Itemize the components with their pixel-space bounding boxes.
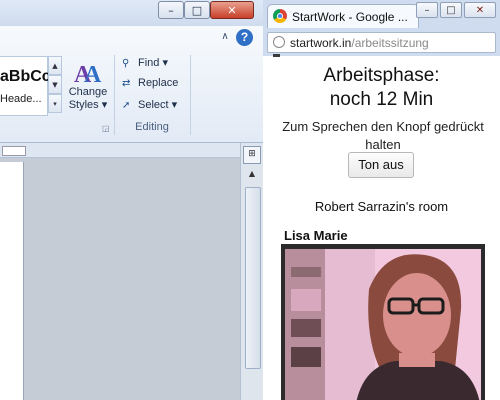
select-button[interactable]: ➚ Select ▾ xyxy=(122,98,177,116)
vertical-scrollbar[interactable]: ⊞ ▲ xyxy=(240,143,263,400)
chrome-logo-icon xyxy=(273,9,287,23)
word-minimize-button[interactable]: – xyxy=(158,1,184,19)
phase-remaining: noch 12 Min xyxy=(329,89,434,110)
document-page[interactable] xyxy=(0,162,24,400)
select-label: Select ▾ xyxy=(138,99,178,111)
horizontal-ruler xyxy=(0,143,263,158)
chrome-frame: StartWork - Google ... – □ ✕ startwork.i… xyxy=(263,0,500,56)
scroll-thumb[interactable] xyxy=(245,187,261,369)
find-button[interactable]: ⚲ Find ▾ xyxy=(122,56,168,74)
replace-button[interactable]: ⇄ Replace xyxy=(122,77,178,95)
chrome-maximize-button[interactable]: □ xyxy=(440,2,462,18)
change-styles-button[interactable]: A A Change Styles ▾ xyxy=(64,56,112,120)
browser-tab[interactable]: StartWork - Google ... xyxy=(267,4,419,28)
style-gallery-scroll: ▲ ▼ ▾ xyxy=(48,56,62,116)
tab-title: StartWork - Google ... xyxy=(292,10,408,24)
style-gallery-item[interactable]: aBbCc Heade... xyxy=(0,56,51,116)
view-ruler-icon[interactable]: ⊞ xyxy=(243,146,261,164)
group-divider xyxy=(190,55,191,135)
style-sample-text: aBbCc xyxy=(0,68,51,85)
video-frame xyxy=(285,249,481,400)
find-label: Find ▾ xyxy=(138,57,168,69)
address-bar[interactable]: startwork.in/arbeitssitzung xyxy=(267,32,496,53)
room-name: Robert Sarrazin's room xyxy=(314,199,449,214)
webcam-image xyxy=(285,249,481,400)
url-text: startwork.in/arbeitssitzung xyxy=(290,36,429,50)
gallery-up-icon[interactable]: ▲ xyxy=(48,56,62,75)
change-styles-icon: A A xyxy=(74,62,102,86)
styles-dialog-launcher-icon[interactable]: ◲ xyxy=(102,124,110,133)
style-name-label: Heade... xyxy=(0,93,42,105)
push-to-talk-hint: Zum Sprechen den Knopf gedrückt halten xyxy=(282,119,484,152)
binoculars-icon: ⚲ xyxy=(122,58,130,69)
page-info-icon[interactable] xyxy=(273,36,285,48)
change-styles-label-2: Styles ▾ xyxy=(68,99,108,111)
replace-icon: ⇄ xyxy=(122,78,131,89)
loading-indicator xyxy=(273,54,280,57)
word-titlebar: – □ ✕ xyxy=(0,0,263,26)
gallery-more-icon[interactable]: ▾ xyxy=(48,94,62,113)
phase-title: Arbeitsphase: xyxy=(323,65,440,86)
editing-group-label: Editing xyxy=(135,121,169,133)
chrome-window: StartWork - Google ... – □ ✕ startwork.i… xyxy=(263,0,500,400)
replace-label: Replace xyxy=(138,77,179,89)
scroll-up-icon[interactable]: ▲ xyxy=(244,169,260,183)
word-window: – □ ✕ ∧ ? aBbCc Heade... ▲ ▼ ▾ A A Chang… xyxy=(0,0,263,400)
participant-video[interactable] xyxy=(281,244,485,400)
change-styles-label-1: Change xyxy=(68,86,108,98)
svg-text:A: A xyxy=(84,62,102,86)
page-content: Arbeitsphase: noch 12 Min Zum Sprechen d… xyxy=(263,58,500,400)
chrome-close-button[interactable]: ✕ xyxy=(464,2,496,18)
word-maximize-button[interactable]: □ xyxy=(184,1,210,19)
url-path: /arbeitssitzung xyxy=(351,36,429,50)
phase-status: Arbeitsphase: noch 12 Min xyxy=(263,64,500,112)
mute-sound-button[interactable]: Ton aus xyxy=(348,152,414,178)
url-host: startwork.in xyxy=(290,36,352,50)
word-close-button[interactable]: ✕ xyxy=(210,1,254,19)
help-icon[interactable]: ? xyxy=(236,29,253,46)
minimize-ribbon-icon[interactable]: ∧ xyxy=(219,31,231,43)
gallery-down-icon[interactable]: ▼ xyxy=(48,75,62,94)
participant-name: Lisa Marie xyxy=(284,228,348,243)
cursor-arrow-icon: ➚ xyxy=(122,100,131,111)
chrome-minimize-button[interactable]: – xyxy=(416,2,438,18)
document-area xyxy=(0,158,240,400)
tab-stop-selector[interactable] xyxy=(2,146,26,156)
